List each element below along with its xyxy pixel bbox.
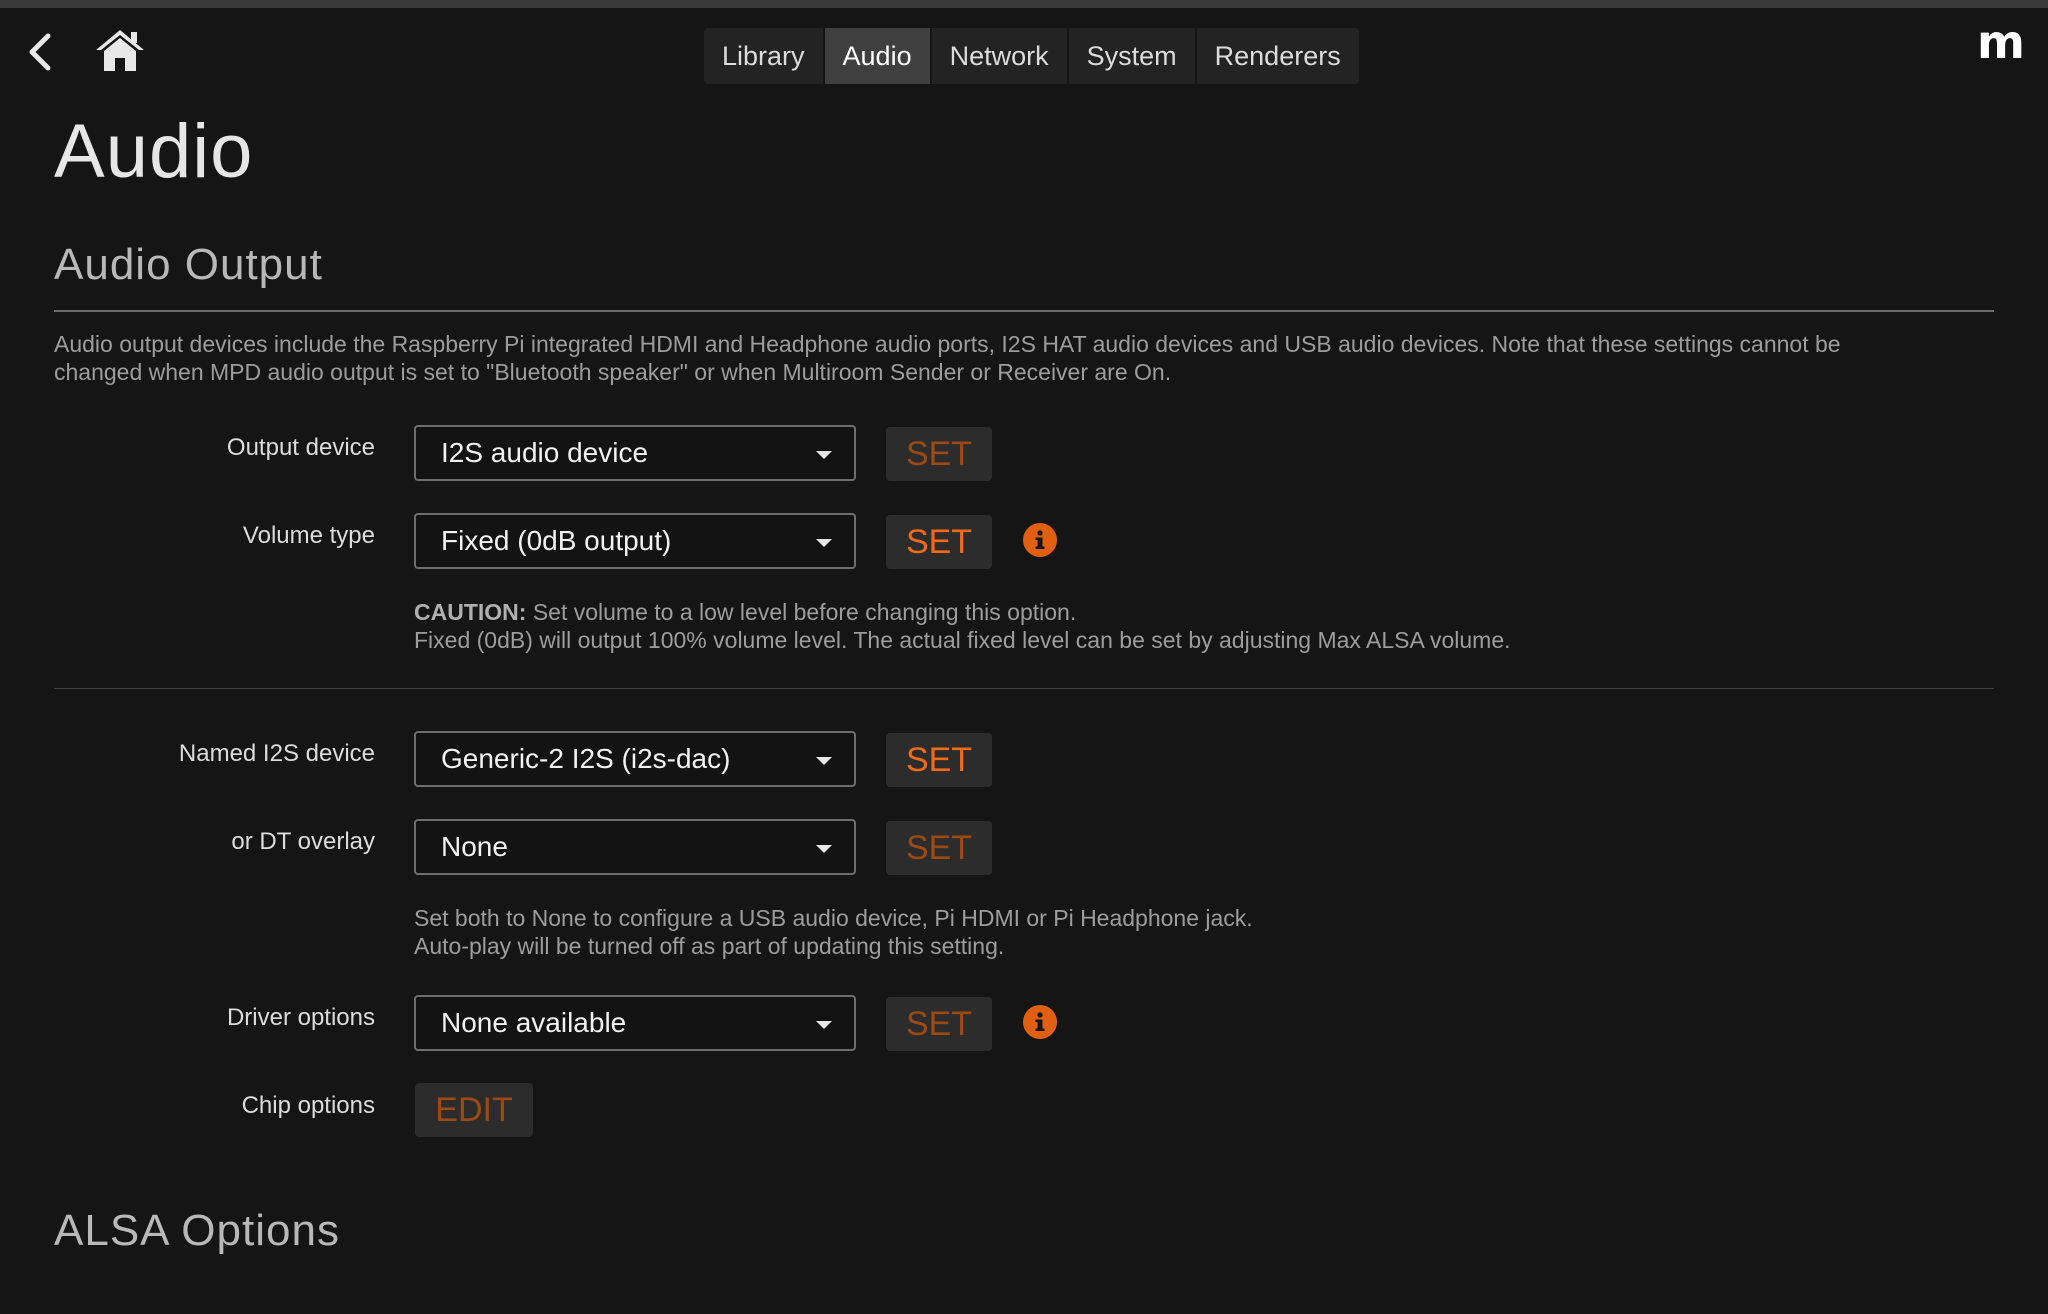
chevron-down-icon bbox=[816, 1021, 832, 1029]
chevron-down-icon bbox=[816, 539, 832, 547]
caution-line-2: Fixed (0dB) will output 100% volume leve… bbox=[414, 627, 1511, 653]
tab-library[interactable]: Library bbox=[704, 28, 825, 84]
description-line-1: Audio output devices include the Raspber… bbox=[54, 331, 1841, 357]
volume-type-set-button[interactable]: SET bbox=[886, 515, 992, 569]
section-title-audio-output: Audio Output bbox=[54, 240, 323, 289]
volume-type-value: Fixed (0dB output) bbox=[441, 525, 672, 556]
named-i2s-label: Named I2S device bbox=[178, 740, 375, 767]
description-line-2: changed when MPD audio output is set to … bbox=[54, 359, 1172, 385]
output-device-value: I2S audio device bbox=[441, 437, 649, 468]
tab-audio[interactable]: Audio bbox=[824, 28, 932, 84]
driver-options-set-button[interactable]: SET bbox=[886, 997, 992, 1051]
named-i2s-set-button[interactable]: SET bbox=[886, 733, 992, 787]
page-title: Audio bbox=[54, 109, 254, 194]
info-glyph-icon bbox=[1035, 1012, 1045, 1031]
i2s-note-line-1: Set both to None to configure a USB audi… bbox=[414, 905, 1253, 931]
caution-prefix: CAUTION: bbox=[414, 599, 527, 625]
named-i2s-value: Generic-2 I2S (i2s-dac) bbox=[441, 743, 731, 774]
section-title-alsa-options: ALSA Options bbox=[54, 1206, 340, 1255]
chevron-left-icon bbox=[29, 33, 51, 71]
info-glyph-icon bbox=[1035, 530, 1045, 549]
driver-options-label: Driver options bbox=[226, 1004, 375, 1031]
chip-options-edit-button[interactable]: EDIT bbox=[415, 1083, 533, 1137]
output-device-select[interactable]: I2S audio device bbox=[414, 425, 856, 481]
row-divider bbox=[54, 688, 1994, 689]
tab-renderers[interactable]: Renderers bbox=[1197, 28, 1359, 84]
window-top-edge bbox=[0, 0, 2048, 8]
chip-options-label: Chip options bbox=[241, 1092, 375, 1119]
brand-logo: m bbox=[1977, 15, 2025, 69]
dt-overlay-select[interactable]: None bbox=[414, 819, 856, 875]
back-button[interactable] bbox=[20, 28, 60, 76]
home-button[interactable] bbox=[92, 24, 148, 76]
tab-system[interactable]: System bbox=[1069, 28, 1197, 84]
tab-network[interactable]: Network bbox=[932, 28, 1069, 84]
chevron-down-icon bbox=[816, 845, 832, 853]
chevron-down-icon bbox=[816, 757, 832, 765]
output-device-set-button[interactable]: SET bbox=[886, 427, 992, 481]
home-icon bbox=[96, 30, 144, 71]
chevron-down-icon bbox=[816, 451, 832, 459]
i2s-note-line-2: Auto-play will be turned off as part of … bbox=[414, 933, 1005, 959]
volume-type-label: Volume type bbox=[242, 522, 375, 549]
main-tabs: Library Audio Network System Renderers bbox=[704, 28, 1359, 84]
section-divider bbox=[54, 310, 1994, 312]
output-device-label: Output device bbox=[226, 434, 375, 461]
named-i2s-select[interactable]: Generic-2 I2S (i2s-dac) bbox=[414, 731, 856, 787]
volume-type-select[interactable]: Fixed (0dB output) bbox=[414, 513, 856, 569]
driver-options-info-icon[interactable] bbox=[1023, 1005, 1057, 1039]
volume-caution-note: CAUTION: Set volume to a low level befor… bbox=[414, 598, 1511, 654]
dt-overlay-label: or DT overlay bbox=[231, 828, 375, 855]
caution-line-1: Set volume to a low level before changin… bbox=[526, 599, 1077, 625]
dt-overlay-value: None bbox=[441, 831, 508, 862]
driver-options-value: None available bbox=[441, 1007, 627, 1038]
audio-output-description: Audio output devices include the Raspber… bbox=[54, 330, 1994, 386]
driver-options-select[interactable]: None available bbox=[414, 995, 856, 1051]
i2s-config-note: Set both to None to configure a USB audi… bbox=[414, 904, 1253, 960]
dt-overlay-set-button[interactable]: SET bbox=[886, 821, 992, 875]
volume-type-info-icon[interactable] bbox=[1023, 523, 1057, 557]
